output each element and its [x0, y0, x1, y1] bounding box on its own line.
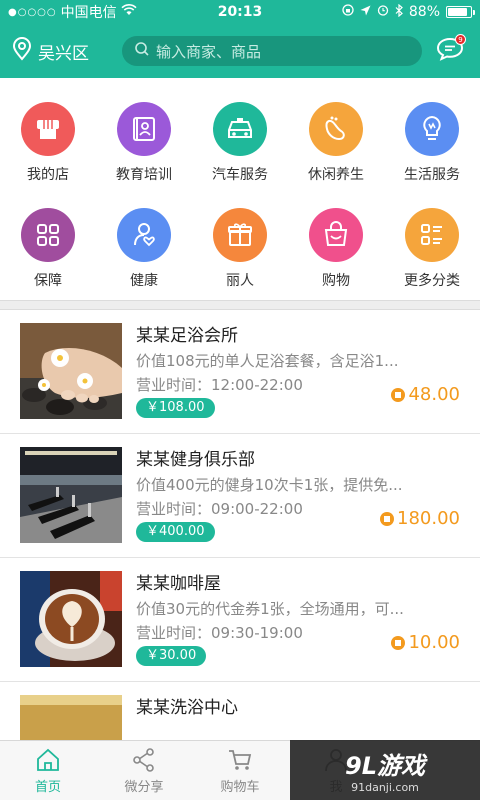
share-icon [133, 747, 154, 772]
category-label: 保障 [34, 273, 62, 289]
battery-icon [446, 6, 475, 18]
price-tag: ￥108.00 [136, 398, 215, 418]
health-icon [134, 223, 155, 247]
coin-amount: 48.00 [408, 384, 460, 405]
location-pin-icon [12, 36, 32, 66]
location-arrow-icon [360, 4, 371, 20]
category-item[interactable]: 健康 [96, 190, 192, 296]
category-label: 我的店 [27, 167, 69, 183]
cart-icon [229, 749, 252, 770]
section-divider [0, 300, 480, 310]
category-label: 丽人 [226, 273, 254, 289]
tab-item[interactable]: 微分享 [96, 741, 192, 800]
category-item[interactable]: 购物 [288, 190, 384, 296]
category-icon-circle [405, 102, 459, 156]
category-grid: 我的店 教育培训 汽车服务 休闲养生 生活服务 保障 健康 丽人 购物 更多分类 [0, 78, 480, 300]
shop-list-item[interactable]: 某某足浴会所 价值108元的单人足浴套餐，含足浴1... 营业时间：12:00-… [0, 310, 480, 434]
grid-icon [37, 224, 59, 246]
category-icon-circle [117, 208, 171, 262]
category-label: 生活服务 [404, 167, 460, 183]
category-item[interactable]: 我的店 [0, 84, 96, 190]
wifi-icon [121, 4, 137, 20]
shop-list: 某某足浴会所 价值108元的单人足浴套餐，含足浴1... 营业时间：12:00-… [0, 310, 480, 800]
category-icon-circle [309, 208, 363, 262]
shop-description: 价值108元的单人足浴套餐，含足浴1... [136, 352, 399, 370]
price-tag: ￥400.00 [136, 522, 215, 542]
shop-thumbnail [20, 447, 122, 543]
category-label: 健康 [130, 273, 158, 289]
shop-name: 某某咖啡屋 [136, 574, 221, 594]
coin-icon [391, 387, 406, 402]
tab-item[interactable]: 首页 [0, 741, 96, 800]
bulb-icon [423, 115, 441, 140]
shop-icon [37, 120, 59, 139]
search-box[interactable]: 输入商家、商品 [122, 36, 422, 66]
shop-description: 价值400元的健身10次卡1张，提供免... [136, 476, 403, 494]
category-icon-circle [405, 208, 459, 262]
category-item[interactable]: 休闲养生 [288, 84, 384, 190]
tab-label: 购物车 [220, 779, 260, 795]
tab-label: 微分享 [124, 779, 164, 795]
top-header: 吴兴区 输入商家、商品 9 [0, 24, 480, 78]
category-icon-circle [117, 102, 171, 156]
shop-description: 价值30元的代金券1张，全场通用，可... [136, 600, 404, 618]
watermark-logo: 9L游戏 [345, 752, 425, 780]
category-label: 休闲养生 [308, 167, 364, 183]
category-icon-circle [21, 102, 75, 156]
price-tag: ￥30.00 [136, 646, 207, 666]
message-badge: 9 [455, 34, 466, 45]
message-button[interactable]: 9 [432, 33, 468, 69]
coin-amount: 180.00 [397, 508, 460, 529]
gift-icon [228, 223, 252, 246]
list-icon [421, 224, 442, 245]
search-placeholder: 输入商家、商品 [156, 42, 262, 61]
watermark: 9L游戏 91danji.com [290, 740, 480, 800]
carrier-label: 中国电信 [60, 5, 117, 21]
category-icon-circle [309, 102, 363, 156]
coin-amount: 10.00 [408, 632, 460, 653]
foot-icon [325, 116, 345, 141]
coin-icon [391, 635, 406, 650]
home-icon [37, 748, 59, 771]
category-item[interactable]: 教育培训 [96, 84, 192, 190]
shop-list-item[interactable]: 某某健身俱乐部 价值400元的健身10次卡1张，提供免... 营业时间：09:0… [0, 434, 480, 558]
rotation-lock-icon [342, 4, 354, 20]
category-icon-circle [213, 208, 267, 262]
category-icon-circle [21, 208, 75, 262]
bluetooth-icon [395, 3, 403, 21]
category-icon-circle [213, 102, 267, 156]
location-selector[interactable]: 吴兴区 [12, 36, 112, 66]
coin-price: 10.00 [391, 632, 460, 653]
coin-icon [380, 511, 395, 526]
category-item[interactable]: 生活服务 [384, 84, 480, 190]
alarm-icon [377, 4, 389, 20]
category-label: 购物 [322, 273, 350, 289]
tab-label: 首页 [34, 779, 61, 795]
coin-price: 180.00 [380, 508, 460, 529]
category-item[interactable]: 更多分类 [384, 190, 480, 296]
shop-list-item[interactable]: 某某咖啡屋 价值30元的代金券1张，全场通用，可... 营业时间：09:30-1… [0, 558, 480, 682]
education-icon [133, 117, 155, 141]
signal-indicator: ●○○○○ [8, 6, 57, 18]
category-item[interactable]: 保障 [0, 190, 96, 296]
shop-name: 某某洗浴中心 [136, 698, 238, 718]
location-label: 吴兴区 [38, 43, 89, 64]
category-label: 更多分类 [404, 273, 460, 289]
category-label: 汽车服务 [212, 167, 268, 183]
category-item[interactable]: 丽人 [192, 190, 288, 296]
status-bar: ●○○○○ 中国电信 20:13 88% [0, 0, 480, 24]
shop-name: 某某健身俱乐部 [136, 450, 255, 470]
coin-price: 48.00 [391, 384, 460, 405]
shop-thumbnail [20, 323, 122, 419]
search-icon [134, 41, 150, 61]
category-item[interactable]: 汽车服务 [192, 84, 288, 190]
watermark-url: 91danji.com [351, 781, 419, 794]
battery-percent: 88% [408, 4, 440, 20]
bag-icon [324, 221, 348, 246]
shop-thumbnail [20, 571, 122, 667]
shop-name: 某某足浴会所 [136, 326, 238, 346]
tab-item[interactable]: 购物车 [192, 741, 288, 800]
category-label: 教育培训 [116, 167, 172, 183]
car-icon [228, 118, 252, 138]
